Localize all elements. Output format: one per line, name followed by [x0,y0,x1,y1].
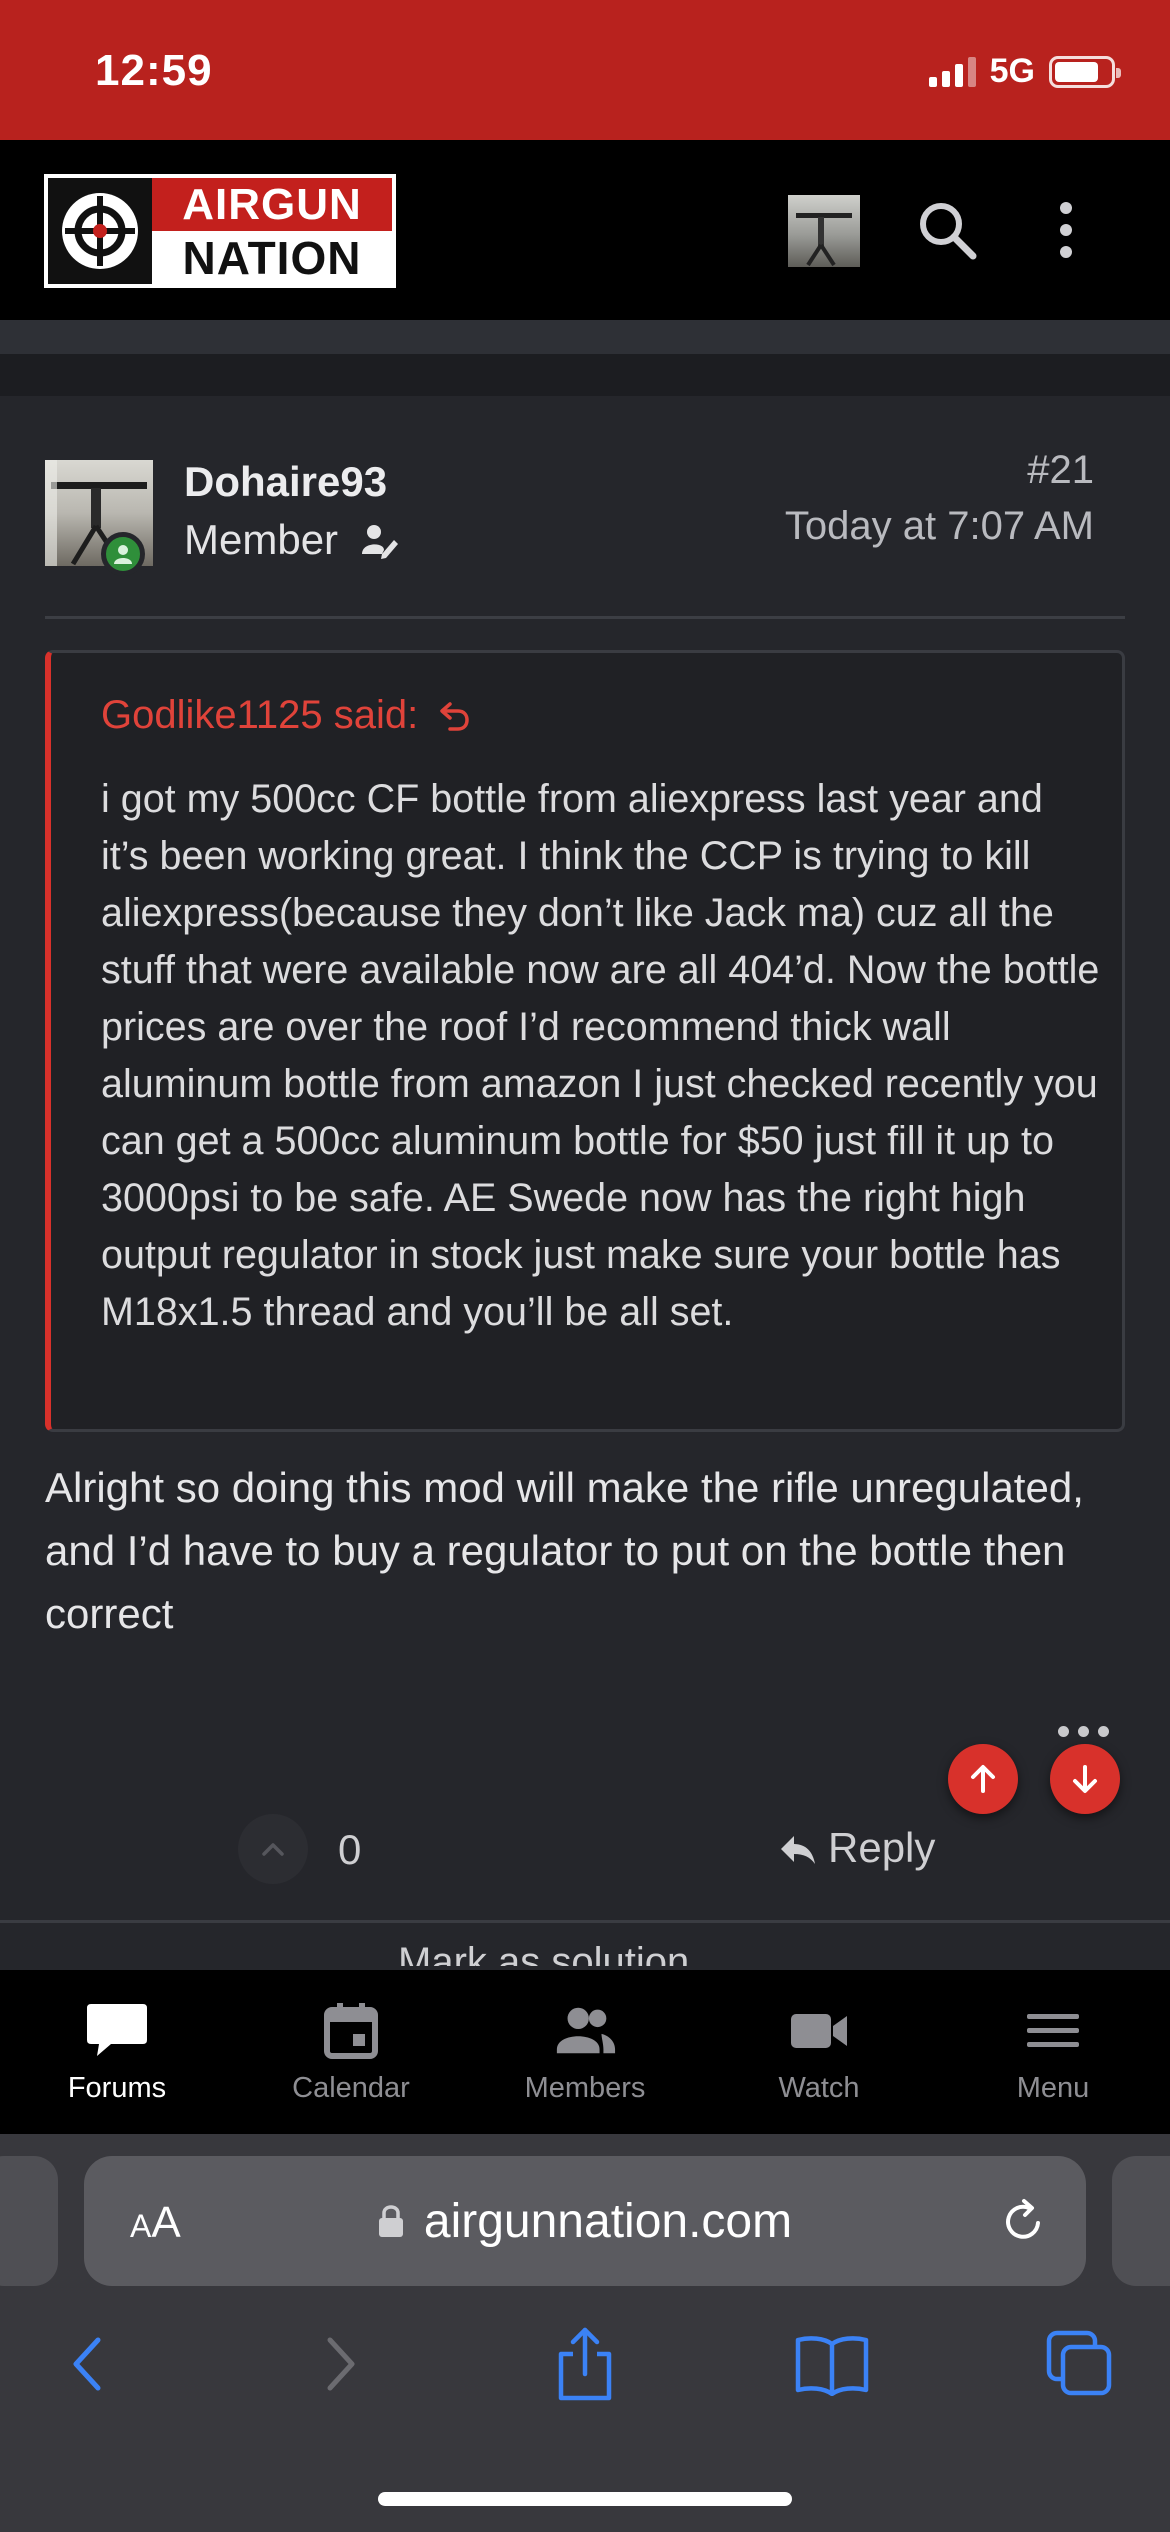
nav-label-forums: Forums [67,2072,167,2104]
more-options-icon[interactable] [1046,198,1086,262]
logo-text-top: AIRGUN [152,178,392,231]
nav-item-forums[interactable]: Forums [0,1970,234,2134]
upvote-button[interactable] [238,1814,308,1884]
forward-button[interactable] [300,2324,380,2404]
back-button[interactable] [48,2324,128,2404]
status-bar: 12:59 5G [0,0,1170,140]
forum-post: Dohaire93 Member #21 Today at 7:07 AM Go… [0,396,1170,1966]
nav-label-watch: Watch [778,2072,860,2104]
logo-text-bottom: NATION [152,231,392,284]
site-bottom-nav: Forums Calendar Members Watch Menu [0,1970,1170,2134]
previous-tab-preview[interactable] [0,2156,58,2286]
site-logo[interactable]: AIRGUN NATION [44,174,396,288]
chevron-left-icon [73,2337,101,2391]
post-actions-more-icon[interactable] [1058,1726,1109,1737]
reload-icon[interactable] [998,2196,1048,2246]
arrow-down-icon [1073,1765,1097,1793]
share-button[interactable] [545,2324,625,2404]
arrow-up-icon [971,1765,995,1793]
user-title-text: Member [184,516,339,563]
mark-solution-label: Mark as solution [398,1944,690,1966]
open-book-icon [795,2336,869,2396]
user-title: Member [184,516,400,564]
tabs-icon [1046,2330,1112,2396]
quote-author-text: Godlike1125 said: [101,693,419,737]
cellular-signal-icon [928,56,976,87]
quote-author[interactable]: Godlike1125 said: [101,693,472,738]
scroll-down-button[interactable] [1050,1744,1120,1814]
nav-label-members: Members [524,2072,646,2104]
user-avatar[interactable] [45,460,153,576]
search-icon[interactable] [915,198,979,262]
reply-label: Reply [828,1824,936,1871]
post-separator [0,354,1170,396]
lock-icon [378,2203,404,2239]
battery-icon [1049,55,1121,88]
status-indicators: 5G [928,52,1121,91]
account-avatar[interactable] [788,195,860,267]
url-text: airgunnation.com [423,2194,793,2248]
network-type: 5G [989,52,1035,90]
nav-item-watch[interactable]: Watch [702,1970,936,2134]
address-bar[interactable]: AA airgunnation.com [84,2156,1086,2286]
hamburger-menu-icon [1021,2000,1085,2060]
post-header-divider [45,616,1125,619]
scroll-up-button[interactable] [948,1744,1018,1814]
members-icon [553,2000,617,2060]
user-edit-icon [360,520,400,560]
crosshair-logo-icon [48,178,152,284]
status-time: 12:59 [95,46,213,95]
nav-item-menu[interactable]: Menu [936,1970,1170,2134]
nav-item-calendar[interactable]: Calendar [234,1970,468,2134]
jump-to-quote-icon[interactable] [436,698,472,734]
nav-label-calendar: Calendar [292,2072,410,2104]
browser-chrome: AA airgunnation.com [0,2134,1170,2532]
post-date[interactable]: Today at 7:07 AM [785,504,1094,549]
site-header: AIRGUN NATION [0,140,1170,320]
previous-post-edge [0,320,1170,354]
post-username[interactable]: Dohaire93 [184,458,387,506]
quote-block: Godlike1125 said: i got my 500cc CF bott… [45,650,1125,1432]
mark-solution-button[interactable]: Mark as solution [398,1944,689,1966]
post-footer-divider [0,1920,1170,1923]
browser-toolbar [0,2314,1170,2434]
tabs-button[interactable] [1040,2324,1120,2404]
calendar-icon [319,2000,383,2060]
online-status-icon [101,532,145,576]
reaction-count: 0 [338,1826,362,1873]
nav-label-menu: Menu [1016,2072,1090,2104]
next-tab-preview[interactable] [1112,2156,1170,2286]
nav-item-members[interactable]: Members [468,1970,702,2134]
forums-icon [85,2000,149,2060]
bookmarks-button[interactable] [792,2324,872,2404]
home-indicator [378,2492,792,2506]
post-body-text: Alright so doing this mod will make the … [45,1464,1084,1637]
post-number-link[interactable]: #21 [1027,448,1094,493]
reply-icon [778,1830,818,1866]
video-camera-icon [787,2000,851,2060]
reply-button[interactable]: Reply [778,1824,935,1872]
share-icon [558,2327,612,2401]
quote-text: i got my 500cc CF bottle from aliexpress… [101,777,1100,1334]
chevron-right-icon [327,2337,355,2391]
chevron-up-icon [262,1843,284,1856]
